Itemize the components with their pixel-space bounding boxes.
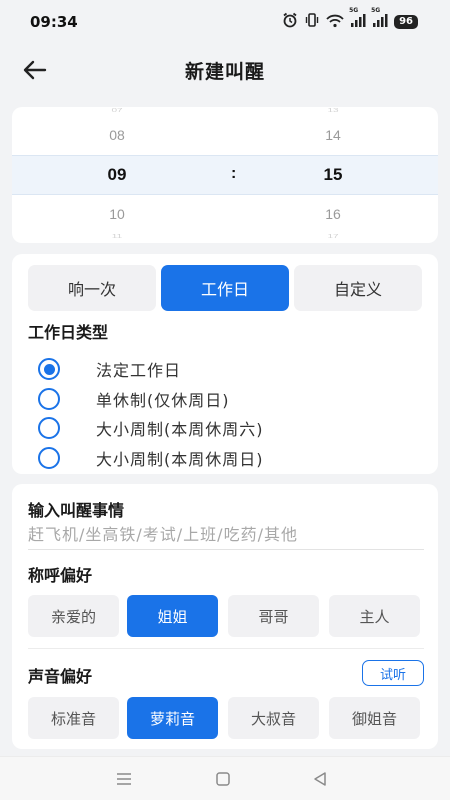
listen-button[interactable]: 试听	[362, 660, 424, 686]
time-picker[interactable]: 07 08 09 10 11 : 13 14 15 16 17	[12, 107, 438, 243]
alarm-icon	[282, 12, 298, 32]
status-time: 09:34	[30, 13, 78, 31]
minute-above: 14	[325, 127, 341, 143]
workday-type-label: 单休制(仅休周日)	[96, 391, 230, 410]
divider	[28, 648, 424, 649]
workday-type-option-alt-saturday[interactable]: 大小周制(本周休周六)	[38, 414, 264, 442]
wifi-icon	[326, 13, 344, 32]
repeat-workday-button[interactable]: 工作日	[161, 265, 289, 311]
voice-option[interactable]: 大叔音	[228, 697, 319, 739]
voice-option[interactable]: 标准音	[28, 697, 119, 739]
workday-type-option-alt-sunday[interactable]: 大小周制(本周休周日)	[38, 444, 264, 472]
system-nav-bar	[0, 756, 450, 800]
voice-option[interactable]: 萝莉音	[127, 697, 218, 739]
time-separator: :	[231, 165, 237, 182]
preferences-card: 输入叫醒事情 称呼偏好 亲爱的 姐姐 哥哥 主人 声音偏好 试听 标准音 萝莉音…	[12, 484, 438, 749]
back-triangle-icon	[314, 772, 326, 786]
signal-label: 5G	[349, 6, 359, 14]
workday-type-label: 大小周制(本周休周六)	[96, 420, 264, 439]
hour-ghost-below: 11	[111, 233, 123, 240]
hour-below: 10	[109, 206, 125, 222]
address-title: 称呼偏好	[28, 566, 93, 585]
hour-above: 08	[109, 127, 125, 143]
workday-type-option-legal[interactable]: 法定工作日	[38, 355, 181, 383]
event-input[interactable]	[28, 520, 424, 550]
voice-option[interactable]: 御姐音	[329, 697, 420, 739]
battery-icon: 96	[394, 15, 418, 29]
minute-selected: 15	[323, 165, 343, 184]
home-button[interactable]	[208, 767, 238, 791]
status-icons: 5G 5G 96	[282, 7, 418, 32]
back-arrow-icon	[23, 60, 47, 80]
address-option[interactable]: 亲爱的	[28, 595, 119, 637]
signal-icon: 5G	[349, 7, 366, 32]
workday-type-option-single-rest[interactable]: 单休制(仅休周日)	[38, 385, 230, 413]
repeat-once-button[interactable]: 响一次	[28, 265, 156, 311]
signal-label: 5G	[371, 6, 381, 14]
workday-type-label: 法定工作日	[96, 361, 182, 380]
workday-type-title: 工作日类型	[28, 323, 109, 342]
voice-title: 声音偏好	[28, 667, 93, 686]
address-option[interactable]: 哥哥	[228, 595, 319, 637]
signal-icon: 5G	[371, 7, 388, 32]
back-nav-button[interactable]	[305, 767, 335, 791]
hour-wheel[interactable]: 07 08 09 10 11	[57, 107, 177, 243]
radio-icon	[38, 417, 60, 439]
address-option[interactable]: 主人	[329, 595, 420, 637]
radio-icon	[38, 388, 60, 410]
menu-button[interactable]	[109, 767, 139, 791]
radio-icon	[38, 447, 60, 469]
menu-icon	[117, 773, 131, 785]
hour-selected: 09	[107, 165, 127, 184]
home-icon	[216, 772, 230, 786]
radio-selected-icon	[38, 358, 60, 380]
minute-wheel[interactable]: 13 14 15 16 17	[273, 107, 393, 243]
page-title: 新建叫醒	[184, 60, 265, 83]
status-bar: 09:34 5G 5G 96	[0, 0, 450, 44]
minute-ghost-above: 13	[327, 107, 339, 114]
vibrate-icon	[304, 12, 320, 32]
event-title: 输入叫醒事情	[28, 501, 125, 520]
workday-type-label: 大小周制(本周休周日)	[96, 450, 264, 469]
repeat-card: 响一次 工作日 自定义 工作日类型 法定工作日 单休制(仅休周日) 大小周制(本…	[12, 254, 438, 474]
header: 新建叫醒	[0, 44, 450, 96]
repeat-custom-button[interactable]: 自定义	[294, 265, 422, 311]
hour-ghost-above: 07	[111, 107, 123, 114]
minute-ghost-below: 17	[327, 233, 339, 240]
minute-below: 16	[325, 206, 341, 222]
back-button[interactable]	[20, 56, 50, 84]
address-option[interactable]: 姐姐	[127, 595, 218, 637]
